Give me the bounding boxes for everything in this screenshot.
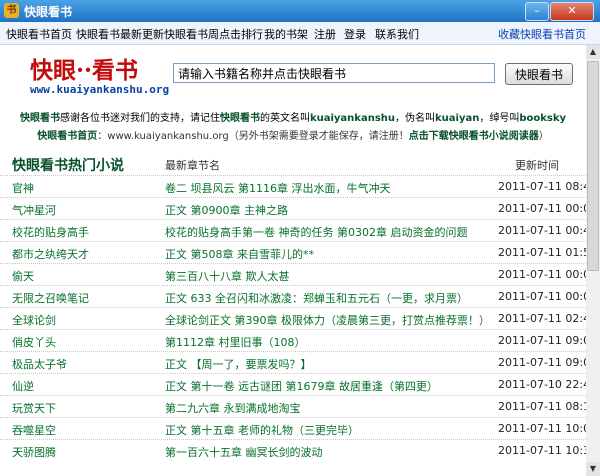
- novel-name[interactable]: 吞噬星空: [12, 422, 56, 438]
- novel-name[interactable]: 仙逆: [12, 378, 34, 394]
- table-row: 偷天 第三百八十八章 欺人太甚 2011-07-11 00:00: [0, 263, 586, 286]
- latest-chapter[interactable]: 正文 【周一了，要票发吗？】: [165, 356, 312, 372]
- close-button[interactable]: ✕: [550, 2, 594, 21]
- latest-chapter[interactable]: 正文 第十五章 老师的礼物（三更完毕）: [165, 422, 359, 438]
- scrollbar-thumb[interactable]: [587, 61, 599, 271]
- novel-name[interactable]: 全球论剑: [12, 312, 56, 328]
- update-time: 2011-07-11 00:44: [498, 224, 586, 237]
- menu-login[interactable]: 登录: [344, 26, 366, 42]
- window-title: 快眼看书: [24, 5, 73, 19]
- update-time: 2011-07-11 08:13: [498, 400, 586, 413]
- menu-register[interactable]: 注册: [314, 26, 336, 42]
- novel-name[interactable]: 天骄图腾: [12, 444, 56, 460]
- update-time: 2011-07-11 09:03: [498, 356, 586, 369]
- menu-bar: 快眼看书首页 快眼看书最新更新 快眼看书周点击排行 我的书架 注册 登录 联系我…: [0, 22, 600, 45]
- column-chapter-header: 最新章节名: [165, 159, 220, 172]
- vertical-scrollbar[interactable]: ▲ ▼: [586, 45, 600, 476]
- scroll-up-arrow-icon[interactable]: ▲: [586, 45, 600, 59]
- novel-name[interactable]: 偷天: [12, 268, 34, 284]
- title-bar: 书 快眼看书 – ✕: [0, 0, 600, 22]
- update-time: 2011-07-11 08:43: [498, 180, 586, 193]
- update-time: 2011-07-11 10:32: [498, 444, 586, 457]
- table-row: 吞噬星空 正文 第十五章 老师的礼物（三更完毕） 2011-07-11 10:01: [0, 417, 586, 440]
- latest-chapter[interactable]: 正文 第十一卷 远古谜团 第1679章 故居重逢（第四更）: [165, 378, 438, 394]
- intro-line-1: 快眼看书感谢各位书迷对我们的支持，请记住快眼看书的英文名叫kuaiyankans…: [19, 113, 567, 124]
- novel-name[interactable]: 极品太子爷: [12, 356, 67, 372]
- menu-weekly-ranking[interactable]: 快眼看书周点击排行: [164, 26, 263, 42]
- update-time: 2011-07-11 00:00: [498, 268, 586, 281]
- column-time-header: 更新时间: [515, 159, 559, 172]
- update-time: 2011-07-11 02:49: [498, 312, 586, 325]
- novel-name[interactable]: 校花的贴身高手: [12, 224, 89, 240]
- minimize-button[interactable]: –: [525, 2, 549, 21]
- menu-home[interactable]: 快眼看书首页: [6, 26, 72, 42]
- latest-chapter[interactable]: 第二九六章 永到满成地淘宝: [165, 400, 301, 416]
- latest-chapter[interactable]: 正文 第508章 来自雪菲儿的**: [165, 246, 314, 262]
- intro-line-2: 快眼看书首页：www.kuaiyankanshu.org（另外书架需要登录才能保…: [37, 131, 549, 142]
- favorite-link[interactable]: 收藏快眼看书首页: [498, 26, 586, 42]
- latest-chapter[interactable]: 全球论剑正文 第390章 极限体力（凌晨第三更，打赏点推荐票！）: [165, 312, 490, 328]
- table-row: 天骄图腾 第一百六十五章 幽冥长剑的波动 2011-07-11 10:32: [0, 439, 586, 462]
- novel-name[interactable]: 俏皮丫头: [12, 334, 56, 350]
- latest-chapter[interactable]: 正文 第0900章 主神之路: [165, 202, 288, 218]
- latest-chapter[interactable]: 校花的贴身高手第一卷 神奇的任务 第0302章 启动资金的问题: [165, 224, 467, 240]
- table-row: 玩赏天下 第二九六章 永到满成地淘宝 2011-07-11 08:13: [0, 395, 586, 418]
- novel-name[interactable]: 都市之纨绔天才: [12, 246, 89, 262]
- update-time: 2011-07-11 09:05: [498, 334, 586, 347]
- table-row: 极品太子爷 正文 【周一了，要票发吗？】 2011-07-11 09:03: [0, 351, 586, 374]
- download-reader-link[interactable]: 点击下载快眼看书小说阅读器: [409, 131, 539, 142]
- latest-chapter[interactable]: 卷二 坝县风云 第1116章 浮出水面，牛气冲天: [165, 180, 390, 196]
- latest-chapter[interactable]: 第1112章 村里旧事（108）: [165, 334, 306, 350]
- novel-name[interactable]: 无限之召唤笔记: [12, 290, 89, 306]
- menu-bookshelf[interactable]: 我的书架: [264, 26, 308, 42]
- update-time: 2011-07-11 00:03: [498, 202, 586, 215]
- latest-chapter[interactable]: 第一百六十五章 幽冥长剑的波动: [165, 444, 323, 460]
- table-row: 校花的贴身高手 校花的贴身高手第一卷 神奇的任务 第0302章 启动资金的问题 20…: [0, 219, 586, 242]
- table-row: 仙逆 正文 第十一卷 远古谜团 第1679章 故居重逢（第四更） 2011-07-1…: [0, 373, 586, 396]
- table-row: 官神 卷二 坝县风云 第1116章 浮出水面，牛气冲天 2011-07-11 08:…: [0, 175, 586, 198]
- table-row: 气冲星河 正文 第0900章 主神之路 2011-07-11 00:03: [0, 197, 586, 220]
- list-title: 快眼看书热门小说: [12, 158, 124, 174]
- search-button[interactable]: 快眼看书: [505, 63, 573, 85]
- table-row: 无限之召唤笔记 正文 633 全召闪和冰激凌：郑蝉玉和五元石（一更，求月票） 201…: [0, 285, 586, 308]
- novel-name[interactable]: 官神: [12, 180, 34, 196]
- list-header: 快眼看书热门小说 最新章节名 更新时间: [0, 153, 586, 175]
- logo-url: www.kuaiyankanshu.org: [30, 83, 170, 96]
- update-time: 2011-07-11 00:00: [498, 290, 586, 303]
- update-time: 2011-07-10 22:48: [498, 378, 586, 391]
- table-row: 全球论剑 全球论剑正文 第390章 极限体力（凌晨第三更，打赏点推荐票！） 2011…: [0, 307, 586, 330]
- site-logo[interactable]: 快眼··看书 www.kuaiyankanshu.org: [30, 51, 170, 101]
- update-time: 2011-07-11 10:01: [498, 422, 586, 435]
- menu-latest-updates[interactable]: 快眼看书最新更新: [76, 26, 164, 42]
- novel-name[interactable]: 气冲星河: [12, 202, 56, 218]
- app-icon: 书: [4, 3, 19, 18]
- latest-chapter[interactable]: 正文 633 全召闪和冰激凌：郑蝉玉和五元石（一更，求月票）: [165, 290, 468, 306]
- latest-chapter[interactable]: 第三百八十八章 欺人太甚: [165, 268, 290, 284]
- update-time: 2011-07-11 01:55: [498, 246, 586, 259]
- table-row: 都市之纨绔天才 正文 第508章 来自雪菲儿的** 2011-07-11 01:55: [0, 241, 586, 264]
- main-content: 快眼··看书 www.kuaiyankanshu.org 快眼看书 快眼看书感谢…: [0, 45, 586, 476]
- logo-brand: 快眼··看书: [30, 57, 139, 84]
- table-row: 俏皮丫头 第1112章 村里旧事（108） 2011-07-11 09:05: [0, 329, 586, 352]
- novel-name[interactable]: 玩赏天下: [12, 400, 56, 416]
- search-input[interactable]: [173, 63, 495, 83]
- scroll-down-arrow-icon[interactable]: ▼: [586, 462, 600, 476]
- menu-contact[interactable]: 联系我们: [375, 26, 419, 42]
